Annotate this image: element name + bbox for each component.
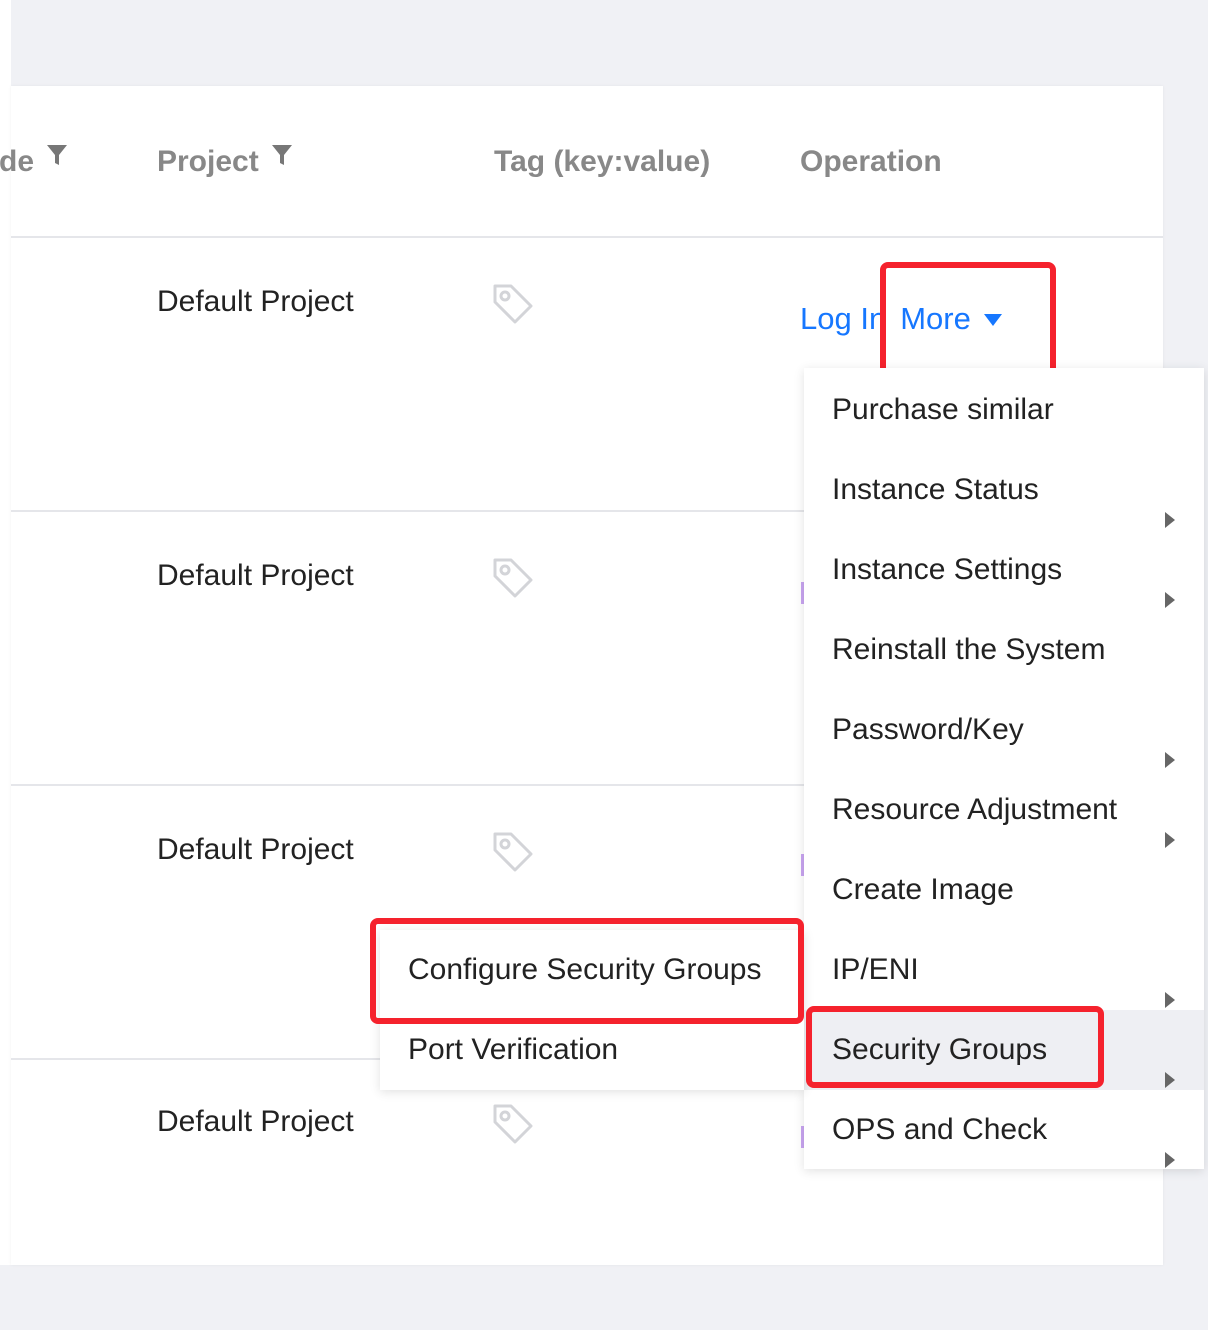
menu-item-label: Resource Adjustment — [832, 793, 1118, 826]
menu-item-label: Instance Status — [832, 473, 1039, 506]
column-header-label: Project — [157, 145, 259, 178]
menu-item-ops-and-check[interactable]: OPS and Check — [804, 1090, 1204, 1170]
menu-item-label: Reinstall the System — [832, 633, 1106, 666]
table-header: de Project Tag (key:value) Operation — [0, 86, 1163, 238]
menu-item-purchase-similar[interactable]: Purchase similar — [804, 370, 1204, 450]
column-header-tag: Tag (key:value) — [494, 144, 710, 180]
column-header-mode[interactable]: de — [0, 144, 68, 180]
menu-item-password-key[interactable]: Password/Key — [804, 690, 1204, 770]
tag-icon[interactable] — [491, 830, 535, 879]
filter-icon[interactable] — [46, 140, 68, 176]
menu-item-reinstall-system[interactable]: Reinstall the System — [804, 610, 1204, 690]
menu-item-label: Create Image — [832, 873, 1014, 906]
project-cell: Default Project — [157, 559, 354, 592]
column-header-label: Operation — [800, 145, 942, 178]
menu-item-label: IP/ENI — [832, 953, 919, 986]
project-cell: Default Project — [157, 833, 354, 866]
column-header-project[interactable]: Project — [157, 144, 293, 180]
menu-item-label: OPS and Check — [832, 1113, 1048, 1146]
filter-icon[interactable] — [271, 140, 293, 176]
tag-icon[interactable] — [491, 1102, 535, 1151]
menu-item-label: Instance Settings — [832, 553, 1063, 586]
menu-item-instance-settings[interactable]: Instance Settings — [804, 530, 1204, 610]
column-header-label: de — [0, 145, 35, 178]
page-left-edge — [0, 0, 11, 1265]
project-cell: Default Project — [157, 1105, 354, 1138]
column-header-label: Tag (key:value) — [494, 145, 711, 178]
login-link[interactable]: Log In — [800, 301, 886, 336]
configure-security-groups-highlight — [370, 918, 804, 1024]
caret-right-icon — [1164, 1120, 1176, 1200]
menu-item-ip-eni[interactable]: IP/ENI — [804, 930, 1204, 1010]
menu-item-create-image[interactable]: Create Image — [804, 850, 1204, 930]
tag-icon[interactable] — [491, 282, 535, 331]
menu-item-label: Purchase similar — [832, 393, 1054, 426]
menu-item-resource-adjustment[interactable]: Resource Adjustment — [804, 770, 1204, 850]
menu-item-label: Password/Key — [832, 713, 1024, 746]
tag-icon[interactable] — [491, 556, 535, 605]
project-cell: Default Project — [157, 285, 354, 318]
security-groups-highlight — [806, 1006, 1104, 1088]
column-header-operation: Operation — [800, 144, 942, 180]
more-button-highlight — [880, 262, 1056, 376]
menu-item-instance-status[interactable]: Instance Status — [804, 450, 1204, 530]
